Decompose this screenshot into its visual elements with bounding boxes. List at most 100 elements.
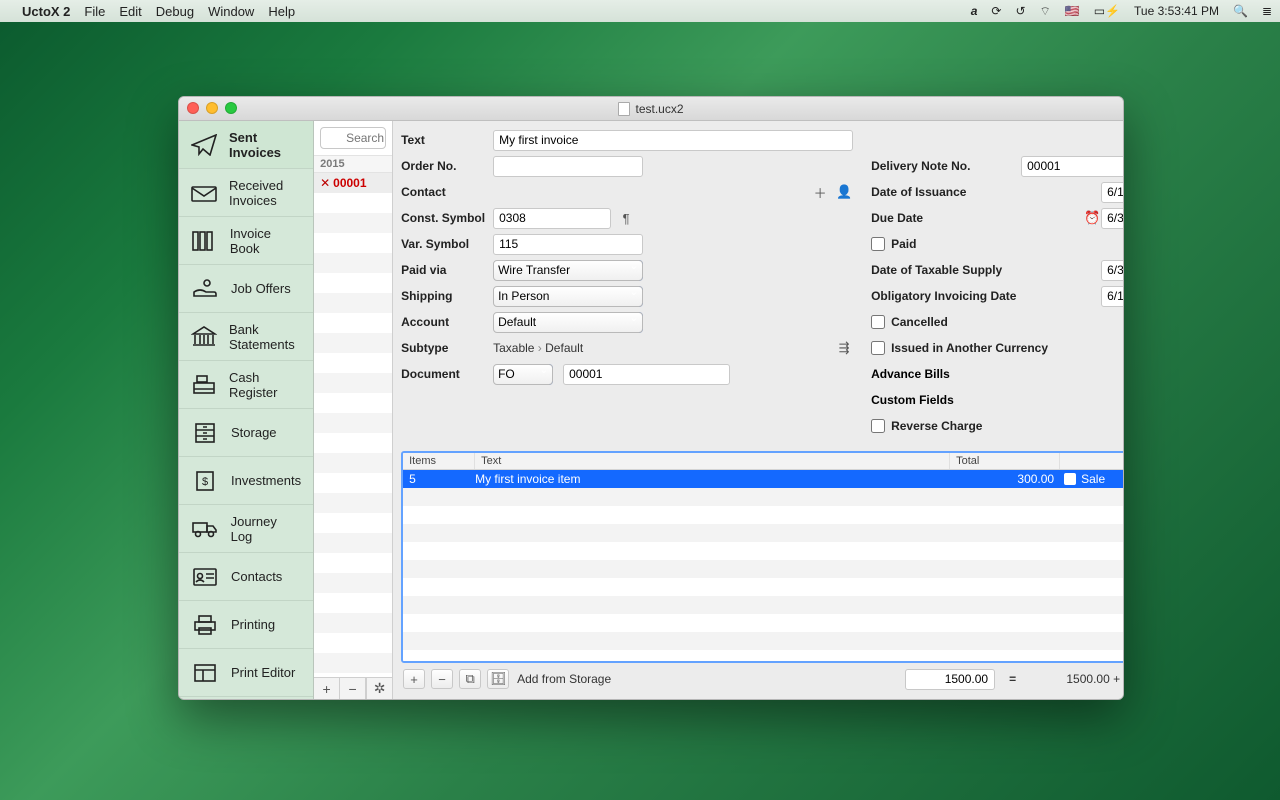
- sidebar-item-job-offers[interactable]: Job Offers: [179, 265, 313, 313]
- add-item-button[interactable]: +: [403, 669, 425, 689]
- subtotal-field[interactable]: [905, 669, 995, 690]
- cell-text[interactable]: My first invoice item: [475, 472, 950, 486]
- sidebar-item-contacts[interactable]: Contacts: [179, 553, 313, 601]
- remove-invoice-button[interactable]: −: [340, 678, 366, 699]
- status-battery-icon[interactable]: ▭⚡: [1094, 4, 1120, 18]
- date-issuance-field[interactable]: [1101, 182, 1124, 203]
- add-invoice-button[interactable]: +: [314, 678, 340, 699]
- list-settings-button[interactable]: ✲: [366, 678, 392, 699]
- sidebar-item-journey-log[interactable]: Journey Log: [179, 505, 313, 553]
- invoice-list-item[interactable]: ✕00001: [314, 173, 392, 193]
- paid-via-select[interactable]: Wire Transfer: [493, 260, 643, 281]
- menu-window[interactable]: Window: [208, 4, 254, 19]
- paragraph-icon[interactable]: ¶: [617, 211, 635, 226]
- paid-checkbox[interactable]: [871, 237, 885, 251]
- taxable-supply-label: Date of Taxable Supply: [871, 263, 1021, 277]
- status-wifi-icon[interactable]: ⌔: [1040, 4, 1051, 19]
- svg-text:$: $: [202, 476, 208, 488]
- shipping-label: Shipping: [401, 289, 493, 303]
- app-window: test.ucx2 Sent Invoices Received Invoice…: [178, 96, 1124, 700]
- hand-coins-icon: [191, 277, 219, 301]
- order-no-field[interactable]: [493, 156, 643, 177]
- col-text[interactable]: Text: [475, 453, 950, 469]
- equals-sign: =: [1009, 672, 1016, 686]
- status-sync-icon[interactable]: ⟳: [991, 4, 1001, 18]
- other-currency-label: Issued in Another Currency: [891, 341, 1048, 355]
- sidebar-item-printing[interactable]: Printing: [179, 601, 313, 649]
- menu-debug[interactable]: Debug: [156, 4, 194, 19]
- storage-icon-button[interactable]: 🗄: [487, 669, 509, 689]
- sidebar-item-invoice-book[interactable]: Invoice Book: [179, 217, 313, 265]
- items-table: Items Text Total 5 My first invoice item…: [401, 451, 1124, 663]
- due-date-label: Due Date: [871, 211, 1021, 225]
- sidebar-item-sent-invoices[interactable]: Sent Invoices: [179, 121, 313, 169]
- cancelled-label: Cancelled: [891, 315, 948, 329]
- notification-center-icon[interactable]: ≣: [1262, 4, 1272, 18]
- spotlight-icon[interactable]: 🔍: [1233, 4, 1248, 18]
- cancelled-checkbox[interactable]: [871, 315, 885, 329]
- col-total[interactable]: Total: [950, 453, 1060, 469]
- obligatory-date-label: Obligatory Invoicing Date: [871, 289, 1021, 303]
- subtype-tree-icon[interactable]: ⇶: [835, 340, 853, 356]
- duplicate-item-button[interactable]: ⧉: [459, 669, 481, 689]
- cell-total[interactable]: 300.00: [950, 472, 1060, 486]
- account-label: Account: [401, 315, 493, 329]
- add-contact-button[interactable]: ＋: [811, 183, 829, 202]
- status-flag-icon[interactable]: 🇺🇸: [1065, 4, 1080, 18]
- delivery-note-label: Delivery Note No.: [871, 159, 1021, 173]
- sale-checkbox[interactable]: [1064, 473, 1076, 485]
- titlebar[interactable]: test.ucx2: [179, 97, 1123, 121]
- sidebar-item-label: Investments: [231, 473, 301, 488]
- sidebar-item-storage[interactable]: Storage: [179, 409, 313, 457]
- delivery-note-field[interactable]: [1021, 156, 1124, 177]
- menu-file[interactable]: File: [84, 4, 105, 19]
- document-number-field[interactable]: [563, 364, 730, 385]
- sidebar-item-print-editor[interactable]: Print Editor: [179, 649, 313, 697]
- list-group-header: 2015: [314, 155, 392, 173]
- sidebar-item-bank-statements[interactable]: Bank Statements: [179, 313, 313, 361]
- cell-qty[interactable]: 5: [403, 472, 475, 486]
- sidebar-item-cash-register[interactable]: Cash Register: [179, 361, 313, 409]
- taxable-supply-field[interactable]: [1101, 260, 1124, 281]
- table-row[interactable]: 5 My first invoice item 300.00 Sale ⊖: [403, 470, 1124, 488]
- paid-via-label: Paid via: [401, 263, 493, 277]
- invoice-list-area[interactable]: [314, 193, 392, 677]
- status-script-icon[interactable]: a: [971, 4, 978, 18]
- subtype-breadcrumb[interactable]: TaxableDefault: [493, 341, 583, 355]
- menu-help[interactable]: Help: [268, 4, 295, 19]
- alarm-icon[interactable]: ⏰: [1083, 210, 1101, 226]
- col-items[interactable]: Items: [403, 453, 475, 469]
- obligatory-date-field[interactable]: [1101, 286, 1124, 307]
- address-card-icon: [191, 565, 219, 589]
- sidebar-item-label: Printing: [231, 617, 275, 632]
- const-symbol-label: Const. Symbol: [401, 211, 493, 225]
- due-date-field[interactable]: [1101, 208, 1124, 229]
- reverse-charge-checkbox[interactable]: [871, 419, 885, 433]
- custom-fields-button[interactable]: Custom Fields🏷: [871, 389, 1124, 411]
- window-zoom-button[interactable]: [225, 102, 237, 114]
- search-input[interactable]: [320, 127, 386, 149]
- document-type-select[interactable]: FO: [493, 364, 553, 385]
- menubar-clock[interactable]: Tue 3:53:41 PM: [1134, 4, 1219, 18]
- remove-item-button[interactable]: −: [431, 669, 453, 689]
- window-close-button[interactable]: [187, 102, 199, 114]
- status-timemachine-icon[interactable]: ↺: [1015, 4, 1025, 18]
- var-symbol-field[interactable]: [493, 234, 643, 255]
- window-minimize-button[interactable]: [206, 102, 218, 114]
- sidebar-item-investments[interactable]: $ Investments: [179, 457, 313, 505]
- sidebar-item-label: Contacts: [231, 569, 282, 584]
- sidebar-item-received-invoices[interactable]: Received Invoices: [179, 169, 313, 217]
- truck-icon: [191, 517, 219, 541]
- paid-label: Paid: [891, 237, 916, 251]
- account-select[interactable]: Default: [493, 312, 643, 333]
- shipping-select[interactable]: In Person: [493, 286, 643, 307]
- sidebar-item-label: Journey Log: [231, 514, 302, 544]
- advance-bills-button[interactable]: Advance Bills🧾: [871, 363, 1124, 385]
- other-currency-checkbox[interactable]: [871, 341, 885, 355]
- contact-person-icon[interactable]: 👤: [835, 184, 853, 200]
- menu-edit[interactable]: Edit: [119, 4, 141, 19]
- add-from-storage-label[interactable]: Add from Storage: [517, 672, 611, 686]
- app-name[interactable]: UctoX 2: [22, 4, 70, 19]
- text-field[interactable]: [493, 130, 853, 151]
- const-symbol-field[interactable]: [493, 208, 611, 229]
